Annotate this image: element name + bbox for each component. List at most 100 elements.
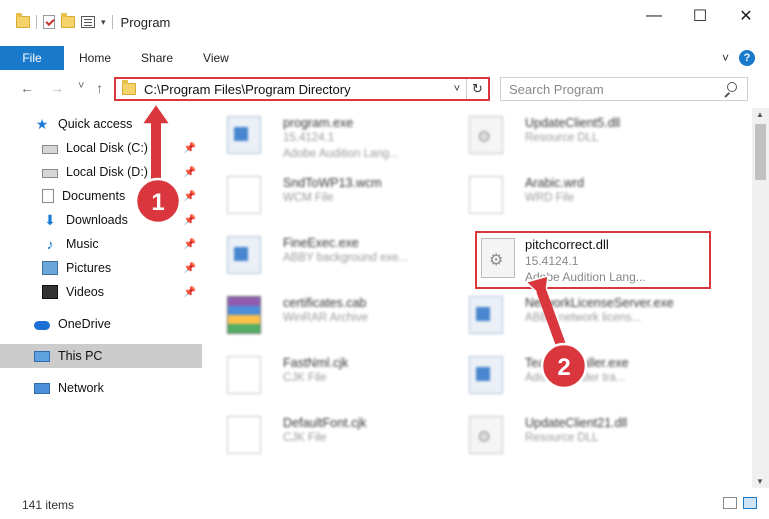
sidebar-item-label: Network [58,381,104,395]
ribbon-right-controls: ˅ ? [722,50,755,66]
dll-icon [469,116,503,154]
file-item[interactable]: TeamsInstaller.exe Adobe Reader tra... [447,348,677,404]
tab-view[interactable]: View [188,51,244,65]
disk-icon [42,169,58,178]
file-details: ABBY background exe... [283,252,409,264]
tab-share[interactable]: Share [126,51,188,65]
file-details: 15.4124.1 [525,254,579,268]
file-item[interactable]: UpdateClient21.dll Resource DLL [447,408,677,464]
file-details: CJK File [283,432,327,444]
search-input[interactable] [509,81,723,97]
tab-home[interactable]: Home [64,51,126,65]
pin-icon[interactable]: 📌 [184,167,196,178]
file-name: UpdateClient21.dll [525,416,628,430]
pin-icon[interactable]: 📌 [184,239,196,250]
sidebar-item-label: Quick access [58,117,133,131]
recent-locations-button[interactable]: ˅ [78,80,84,92]
document-icon [227,176,261,214]
file-details: WCM File [283,192,334,204]
file-item[interactable]: program.exe 15.4124.1 Adobe Audition Lan… [205,108,435,164]
pin-icon[interactable]: 📌 [184,143,196,154]
document-icon [227,356,261,394]
star-icon: ★ [35,116,49,132]
file-name: program.exe [283,116,354,130]
scroll-down-icon[interactable]: ▼ [756,477,764,486]
status-bar: 141 items [0,490,769,519]
sidebar-item-label: Local Disk (D:) [66,165,148,179]
pin-icon[interactable]: 📌 [184,263,196,274]
file-name: TeamsInstaller.exe [525,356,629,370]
file-details: CJK File [283,372,327,384]
vertical-scrollbar[interactable]: ▲ ▼ [752,108,769,488]
pin-icon[interactable]: 📌 [184,191,196,202]
file-item[interactable]: Arabic.wrd WRD File [447,168,677,224]
dll-icon [469,416,503,454]
sidebar-item-videos[interactable]: Videos 📌 [0,280,202,304]
address-bar[interactable]: C:\Program Files\Program Directory ˅ ↻ [114,77,490,101]
downloads-icon: ⬇ [44,212,56,228]
search-box[interactable] [500,77,748,101]
file-item[interactable]: FineExec.exe ABBY background exe... [205,228,435,284]
maximize-button[interactable]: ☐ [677,0,723,32]
minimize-button[interactable]: — [631,0,677,32]
file-name: certificates.cab [283,296,367,310]
sidebar-item-onedrive[interactable]: OneDrive [0,312,202,336]
sidebar-item-pictures[interactable]: Pictures 📌 [0,256,202,280]
window-controls: — ☐ ✕ [631,0,769,32]
sidebar-item-downloads[interactable]: ⬇ Downloads 📌 [0,208,202,232]
new-folder-icon[interactable] [61,13,75,28]
file-item[interactable]: DefaultFont.cjk CJK File [205,408,435,464]
sidebar-item-label: Music [66,237,99,251]
refresh-button[interactable]: ↻ [466,79,488,99]
file-item[interactable]: FastNml.cjk CJK File [205,348,435,404]
file-item[interactable]: SndToWP13.wcm WCM File [205,168,435,224]
highlighted-file-item[interactable]: pitchcorrect.dll 15.4124.1 Adobe Auditio… [475,231,711,289]
navigation-bar: ← → ˅ ↑ C:\Program Files\Program Directo… [0,74,769,104]
sidebar-item-label: Downloads [66,213,128,227]
sidebar-item-quick-access[interactable]: ★ Quick access [0,112,202,136]
file-name: DefaultFont.cjk [283,416,367,430]
tab-file[interactable]: File [0,46,64,70]
expand-ribbon-icon[interactable]: ˅ [722,51,729,65]
scrollbar-thumb[interactable] [755,124,766,180]
address-dropdown-icon[interactable]: ˅ [448,83,466,95]
file-name: NetworkLicenseServer.exe [525,296,674,310]
onedrive-icon [34,321,50,330]
file-item[interactable]: certificates.cab WinRAR Archive [205,288,435,344]
scroll-up-icon[interactable]: ▲ [756,110,764,119]
close-button[interactable]: ✕ [723,0,769,32]
sidebar-item-local-disk-d[interactable]: Local Disk (D:) 📌 [0,160,202,184]
sidebar-item-network[interactable]: Network [0,376,202,400]
navigation-pane: ★ Quick access Local Disk (C:) 📌 Local D… [0,108,205,488]
forward-button[interactable]: → [50,80,64,96]
file-details: Resource DLL [525,432,599,444]
document-icon [227,416,261,454]
address-path[interactable]: C:\Program Files\Program Directory [144,82,448,97]
exe-icon [227,236,261,274]
divider [111,15,113,29]
qat-dropdown-icon[interactable]: ▾ [101,17,106,28]
pin-icon[interactable]: 📌 [184,287,196,298]
details-view-icon[interactable] [723,497,737,509]
up-button[interactable]: ↑ [96,80,103,96]
sidebar-item-documents[interactable]: Documents 📌 [0,184,202,208]
back-button[interactable]: ← [20,80,34,96]
file-item[interactable]: UpdateClient5.dll Resource DLL [447,108,677,164]
help-icon[interactable]: ? [739,50,755,66]
file-item[interactable]: NetworkLicenseServer.exe ABBY network li… [447,288,677,344]
sidebar-item-this-pc[interactable]: This PC [0,344,202,368]
pin-icon[interactable]: 📌 [184,215,196,226]
documents-icon [42,189,54,203]
file-description: Adobe Audition Lang... [525,270,646,284]
search-icon[interactable] [723,82,737,96]
ribbon-tabs: File Home Share View ˅ ? [0,46,769,70]
properties-icon[interactable] [81,16,95,28]
tiles-view-icon[interactable] [743,497,757,509]
file-details: Adobe Reader tra... [525,372,626,384]
properties-check-icon[interactable] [43,15,55,29]
sidebar-item-local-disk-c[interactable]: Local Disk (C:) 📌 [0,136,202,160]
sidebar-item-label: This PC [58,349,103,363]
this-pc-icon [34,350,50,362]
sidebar-item-music[interactable]: ♪ Music 📌 [0,232,202,256]
exe-icon [227,116,261,154]
